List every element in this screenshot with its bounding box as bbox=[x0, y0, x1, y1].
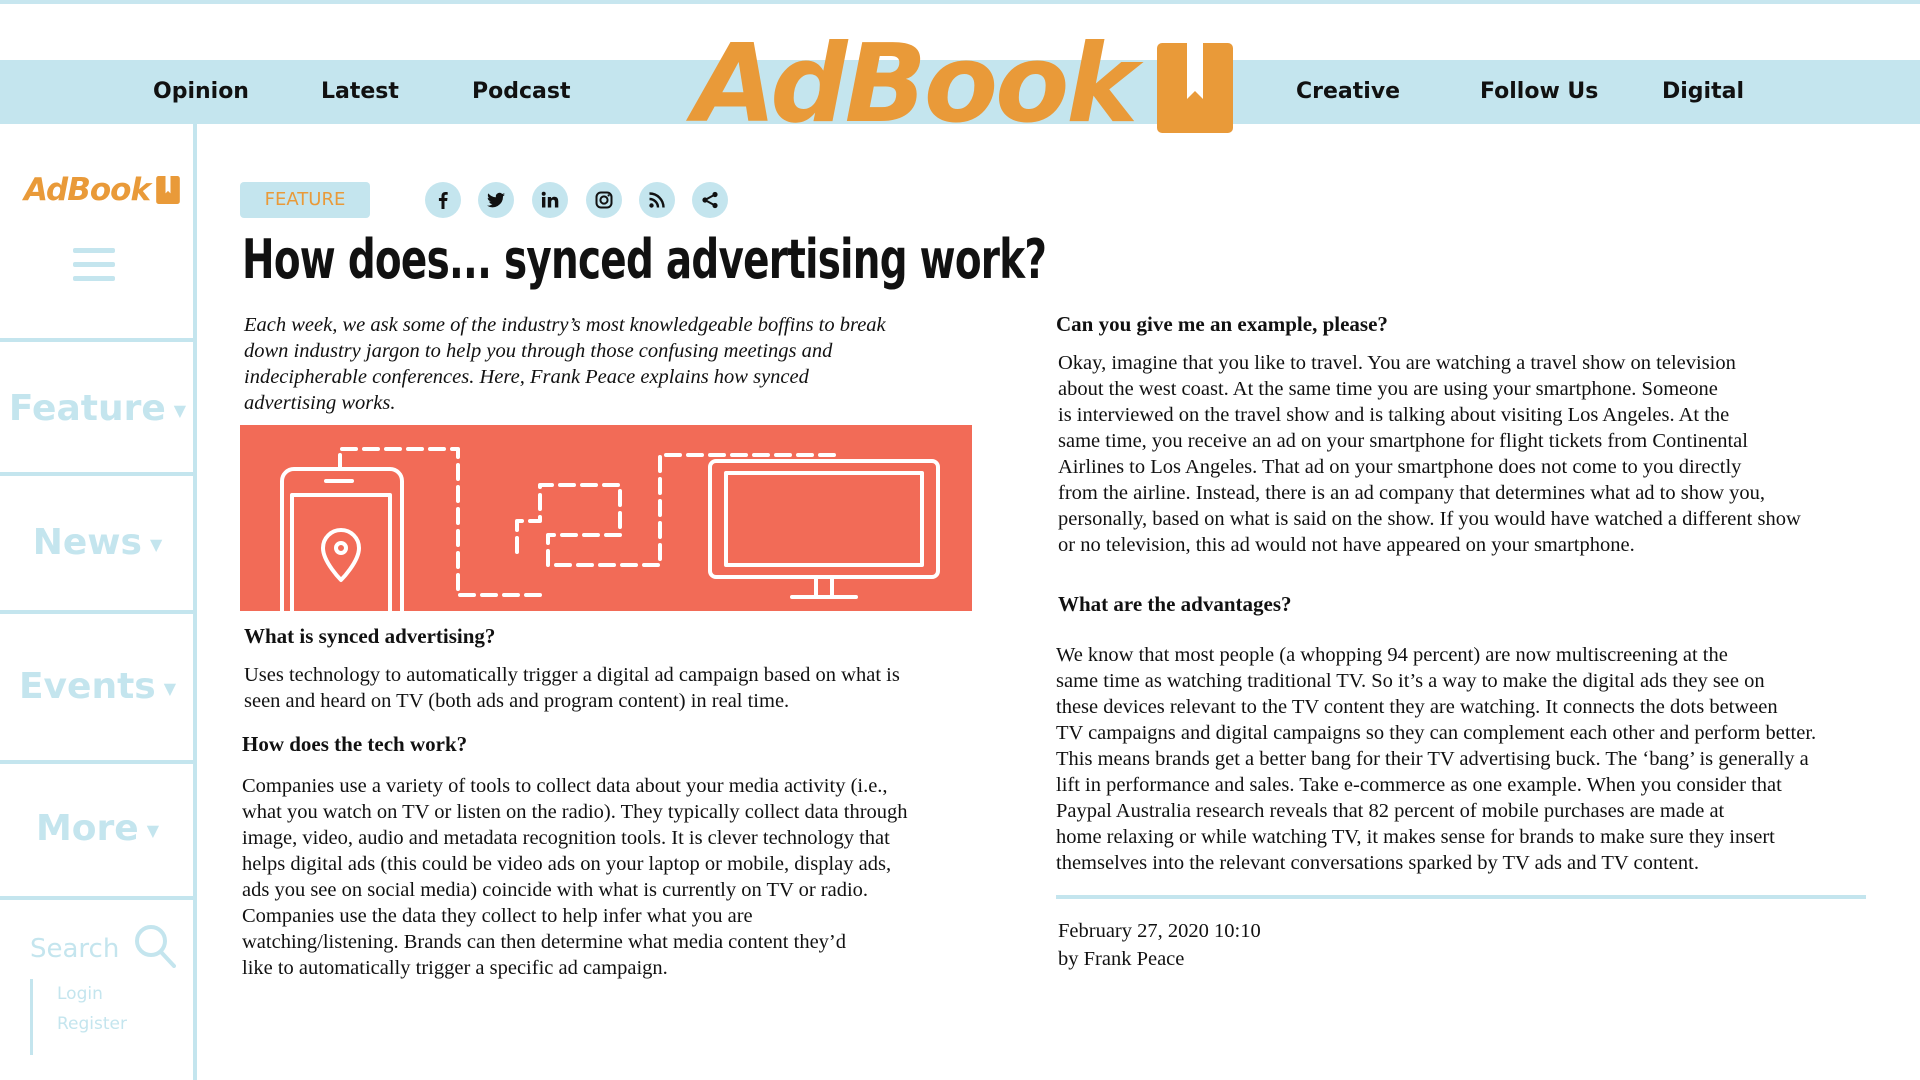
sidebar-item-label: Events bbox=[18, 666, 156, 707]
section-paragraph: Okay, imagine that you like to travel. Y… bbox=[1058, 350, 1888, 558]
paragraph-line: same time as watching traditional TV. So… bbox=[1056, 670, 1765, 692]
share-icon[interactable] bbox=[692, 182, 728, 218]
paragraph-line: Paypal Australia research reveals that 8… bbox=[1056, 800, 1725, 822]
section-heading: What is synced advertising? bbox=[244, 624, 496, 648]
sidebar-item-more[interactable]: More ▼ bbox=[0, 808, 195, 849]
linkedin-icon[interactable] bbox=[532, 182, 568, 218]
paragraph-line: personally, based on what is said on the… bbox=[1058, 508, 1801, 530]
sidebar-item-feature[interactable]: Feature ▼ bbox=[0, 388, 195, 429]
sidebar: AdBook Feature ▼ News ▼ Events ▼ More ▼ Sear… bbox=[0, 124, 197, 1080]
sidebar-divider bbox=[0, 472, 195, 476]
sidebar-item-events[interactable]: Events ▼ bbox=[0, 666, 195, 707]
site-logo[interactable]: AdBook bbox=[693, 22, 1234, 147]
bookmark-logo-icon bbox=[156, 176, 180, 204]
nav-latest[interactable]: Latest bbox=[321, 60, 399, 124]
paragraph-line: TV campaigns and digital campaigns so th… bbox=[1056, 722, 1817, 744]
sidebar-item-label: Feature bbox=[8, 388, 166, 429]
sidebar-divider bbox=[0, 338, 195, 342]
instagram-icon[interactable] bbox=[586, 182, 622, 218]
section-paragraph: Companies use a variety of tools to coll… bbox=[242, 773, 992, 981]
caret-down-icon: ▼ bbox=[173, 400, 187, 420]
synced-devices-illustration bbox=[280, 447, 940, 611]
sidebar-item-label: News bbox=[32, 522, 142, 563]
caret-down-icon: ▼ bbox=[149, 534, 163, 554]
article-intro: Each week, we ask some of the industry’s… bbox=[244, 312, 984, 416]
twitter-icon[interactable] bbox=[478, 182, 514, 218]
bookmark-logo-icon bbox=[1157, 43, 1234, 133]
paragraph-line: helps digital ads (this could be video a… bbox=[242, 853, 892, 875]
paragraph-line: This means brands get a better bang for … bbox=[1056, 748, 1809, 770]
paragraph-line: seen and heard on TV (both ads and progr… bbox=[244, 690, 790, 712]
logo-wordmark: AdBook bbox=[693, 22, 1138, 147]
paragraph-line: Okay, imagine that you like to travel. Y… bbox=[1058, 352, 1736, 374]
paragraph-line: these devices relevant to the TV content… bbox=[1056, 696, 1778, 718]
search-icon[interactable] bbox=[134, 924, 176, 968]
section-heading: What are the advantages? bbox=[1058, 592, 1292, 616]
hamburger-menu-icon[interactable] bbox=[73, 248, 115, 282]
rss-icon[interactable] bbox=[639, 182, 675, 218]
sidebar-logo-wordmark: AdBook bbox=[24, 172, 151, 208]
sidebar-divider bbox=[0, 610, 195, 614]
sidebar-search[interactable]: Search bbox=[30, 924, 180, 974]
nav-digital[interactable]: Digital bbox=[1662, 60, 1744, 124]
paragraph-line: about the west coast. At the same time y… bbox=[1058, 378, 1718, 400]
section-heading: Can you give me an example, please? bbox=[1056, 312, 1388, 336]
paragraph-line: Airlines to Los Angeles. That ad on your… bbox=[1058, 456, 1742, 478]
paragraph-line: what you watch on TV or listen on the ra… bbox=[242, 801, 908, 823]
article-headline: How does... synced advertising work? bbox=[242, 228, 1047, 291]
paragraph-line: watching/listening. Brands can then dete… bbox=[242, 931, 846, 953]
hero-illustration bbox=[240, 425, 972, 611]
search-label: Search bbox=[30, 934, 120, 964]
intro-line: down industry jargon to help you through… bbox=[244, 340, 833, 362]
sidebar-divider bbox=[0, 760, 195, 764]
intro-line: Each week, we ask some of the industry’s… bbox=[244, 314, 886, 336]
paragraph-line: or no television, this ad would not have… bbox=[1058, 534, 1635, 556]
sidebar-logo[interactable]: AdBook bbox=[24, 172, 180, 208]
paragraph-line: ads you see on social media) coincide wi… bbox=[242, 879, 869, 901]
paragraph-line: from the airline. Instead, there is an a… bbox=[1058, 482, 1766, 504]
paragraph-line: We know that most people (a whopping 94 … bbox=[1056, 644, 1728, 666]
paragraph-line: Companies use a variety of tools to coll… bbox=[242, 775, 888, 797]
auth-links: Login Register bbox=[30, 979, 127, 1055]
nav-opinion[interactable]: Opinion bbox=[153, 60, 249, 124]
nav-follow-us[interactable]: Follow Us bbox=[1480, 60, 1598, 124]
section-heading: How does the tech work? bbox=[242, 732, 468, 756]
paragraph-line: themselves into the relevant conversatio… bbox=[1056, 852, 1699, 874]
paragraph-line: Uses technology to automatically trigger… bbox=[244, 664, 900, 686]
facebook-icon[interactable] bbox=[425, 182, 461, 218]
paragraph-line: lift in performance and sales. Take e-co… bbox=[1056, 774, 1782, 796]
paragraph-line: like to automatically trigger a specific… bbox=[242, 957, 668, 979]
sidebar-divider bbox=[0, 896, 195, 900]
caret-down-icon: ▼ bbox=[146, 820, 160, 840]
article-date: February 27, 2020 10:10 bbox=[1058, 920, 1261, 942]
caret-down-icon: ▼ bbox=[163, 678, 177, 698]
paragraph-line: image, video, audio and metadata recogni… bbox=[242, 827, 890, 849]
sidebar-item-label: More bbox=[35, 808, 139, 849]
intro-line: advertising works. bbox=[244, 392, 396, 414]
category-badge[interactable]: FEATURE bbox=[240, 182, 370, 218]
paragraph-line: home relaxing or while watching TV, it m… bbox=[1056, 826, 1775, 848]
article-footer-divider bbox=[1056, 895, 1866, 899]
intro-line: indecipherable conferences. Here, Frank … bbox=[244, 366, 809, 388]
nav-podcast[interactable]: Podcast bbox=[472, 60, 570, 124]
section-paragraph: We know that most people (a whopping 94 … bbox=[1056, 642, 1906, 876]
paragraph-line: same time, you receive an ad on your sma… bbox=[1058, 430, 1748, 452]
login-link[interactable]: Login bbox=[57, 979, 127, 1009]
paragraph-line: Companies use the data they collect to h… bbox=[242, 905, 753, 927]
section-paragraph: Uses technology to automatically trigger… bbox=[244, 662, 984, 714]
paragraph-line: is interviewed on the travel show and is… bbox=[1058, 404, 1730, 426]
article-byline: by Frank Peace bbox=[1058, 948, 1185, 970]
sidebar-item-news[interactable]: News ▼ bbox=[0, 522, 195, 563]
nav-creative[interactable]: Creative bbox=[1296, 60, 1400, 124]
top-accent-line bbox=[0, 0, 1920, 4]
register-link[interactable]: Register bbox=[57, 1009, 127, 1039]
